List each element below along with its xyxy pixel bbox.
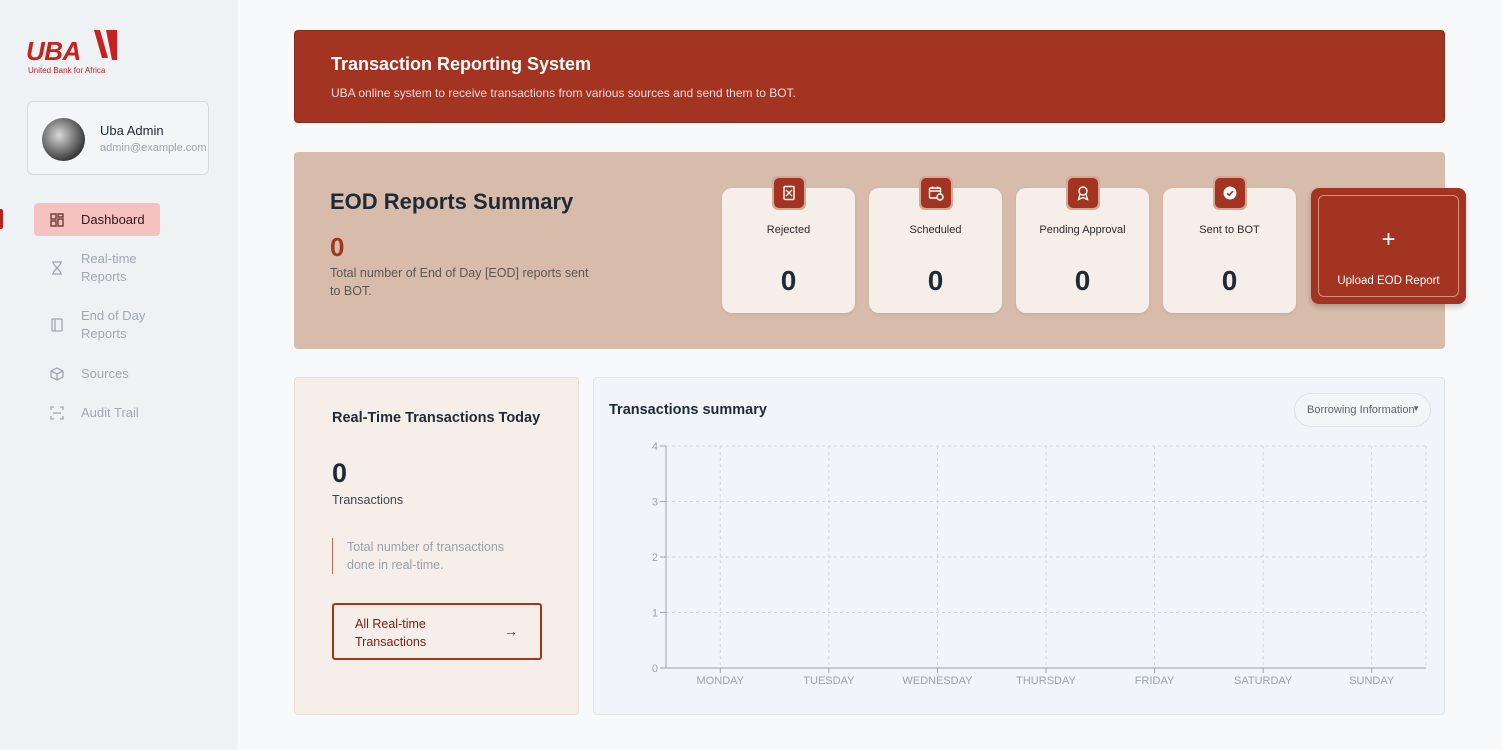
sidebar-item-label: Audit Trail — [81, 405, 139, 420]
stat-label: Sent to BOT — [1199, 224, 1260, 236]
y-tick-label: 2 — [652, 552, 658, 564]
x-tick-label: FRIDAY — [1135, 675, 1175, 687]
sidebar-item-audit-trail[interactable]: Audit Trail — [34, 403, 224, 423]
upload-label: Upload EOD Report — [1337, 275, 1440, 287]
uba-logo[interactable]: UBA United Bank for Africa — [26, 30, 126, 76]
eod-total-count: 0 — [330, 232, 345, 262]
upload-eod-report-button[interactable]: + Upload EOD Report — [1311, 188, 1466, 304]
award-icon — [1065, 176, 1100, 210]
user-name: Uba Admin — [100, 123, 164, 138]
stat-card-scheduled[interactable]: Scheduled 0 — [869, 176, 1002, 313]
stat-value: 0 — [1221, 265, 1238, 296]
logo-mark-icon — [94, 30, 117, 60]
x-tick-label: WEDNESDAY — [902, 675, 973, 687]
user-profile-card[interactable]: Uba Admin admin@example.com — [27, 101, 209, 175]
active-nav-marker — [0, 209, 3, 229]
x-tick-label: SATURDAY — [1234, 675, 1293, 687]
arrow-right-icon: → — [504, 623, 518, 639]
eod-summary-panel: EOD Reports Summary 0 Total number of En… — [294, 152, 1466, 349]
x-tick-label: THURSDAY — [1016, 675, 1076, 687]
transactions-summary-card: 0 1 2 3 4 MONDAY TUESDAY WEDNESDAY THURSDAY FRIDA… — [593, 377, 1445, 715]
check-badge-icon — [1212, 176, 1247, 210]
scan-icon — [49, 405, 65, 421]
stat-label: Pending Approval — [1039, 224, 1126, 236]
x-tick-label: MONDAY — [697, 675, 745, 687]
y-tick-label: 1 — [652, 608, 658, 620]
package-icon — [49, 366, 65, 382]
page-subtitle: UBA online system to receive transaction… — [331, 86, 796, 100]
sidebar-item-label: Real-time Reports — [81, 251, 137, 284]
sidebar-item-realtime-reports[interactable]: Real-time Reports — [34, 250, 184, 286]
hourglass-icon — [49, 260, 65, 276]
logo-subtitle: United Bank for Africa — [28, 66, 106, 75]
stat-value: 0 — [927, 265, 944, 296]
chevron-down-icon: ▼ — [1412, 404, 1420, 413]
button-label: All Real-time Transactions — [355, 617, 427, 649]
stat-card-rejected[interactable]: Rejected 0 — [722, 176, 855, 313]
sidebar: UBA United Bank for Africa Uba Admin adm… — [0, 0, 238, 750]
grid-icon — [49, 212, 65, 228]
header-banner: Transaction Reporting System UBA online … — [294, 30, 1445, 123]
sidebar-item-sources[interactable]: Sources — [34, 364, 224, 384]
x-tick-label: SUNDAY — [1349, 675, 1395, 687]
realtime-count: 0 — [332, 458, 348, 488]
sidebar-nav: Dashboard Real-time Reports End of Day R… — [34, 203, 224, 423]
sidebar-item-eod-reports[interactable]: End of Day Reports — [34, 307, 184, 343]
x-tick-label: TUESDAY — [803, 675, 855, 687]
stat-value: 0 — [780, 265, 797, 296]
eod-description: Total number of End of Day [EOD] reports… — [330, 266, 589, 298]
all-realtime-transactions-button[interactable]: All Real-time Transactions → — [332, 603, 542, 660]
stat-value: 0 — [1074, 265, 1091, 296]
book-icon — [49, 317, 65, 333]
stat-card-sent-to-bot[interactable]: Sent to BOT 0 — [1163, 176, 1296, 313]
eod-summary-title: EOD Reports Summary — [330, 189, 574, 214]
sidebar-item-label: End of Day Reports — [81, 308, 146, 341]
sidebar-item-dashboard[interactable]: Dashboard — [34, 203, 160, 236]
transactions-chart: 0 1 2 3 4 MONDAY TUESDAY WEDNESDAY THURSDAY FRIDA… — [652, 441, 1427, 687]
calendar-clock-icon — [918, 176, 953, 210]
sidebar-item-label: Dashboard — [81, 211, 145, 227]
realtime-count-label: Transactions — [332, 493, 404, 507]
stat-card-pending-approval[interactable]: Pending Approval 0 — [1016, 176, 1149, 313]
realtime-transactions-card: Real-Time Transactions Today 0 Transacti… — [294, 377, 579, 715]
page-title: Transaction Reporting System — [331, 54, 592, 74]
rejected-doc-icon — [771, 176, 806, 210]
realtime-note: Total number of transactions done in rea… — [332, 538, 532, 574]
stat-label: Rejected — [766, 224, 811, 236]
user-email: admin@example.com — [100, 142, 207, 154]
sidebar-item-label: Sources — [81, 366, 129, 381]
y-tick-label: 3 — [652, 497, 658, 509]
chart-filter-select[interactable]: Borrowing Information ▼ — [1294, 393, 1431, 427]
y-tick-label: 0 — [652, 663, 658, 675]
chart-filter-value: Borrowing Information — [1307, 404, 1415, 416]
stat-label: Scheduled — [909, 224, 962, 236]
plus-icon: + — [1381, 226, 1396, 253]
chart-title: Transactions summary — [609, 402, 767, 418]
y-tick-label: 4 — [652, 441, 658, 453]
realtime-title: Real-Time Transactions Today — [332, 410, 541, 426]
logo-text: UBA — [26, 36, 81, 66]
avatar — [42, 118, 85, 161]
